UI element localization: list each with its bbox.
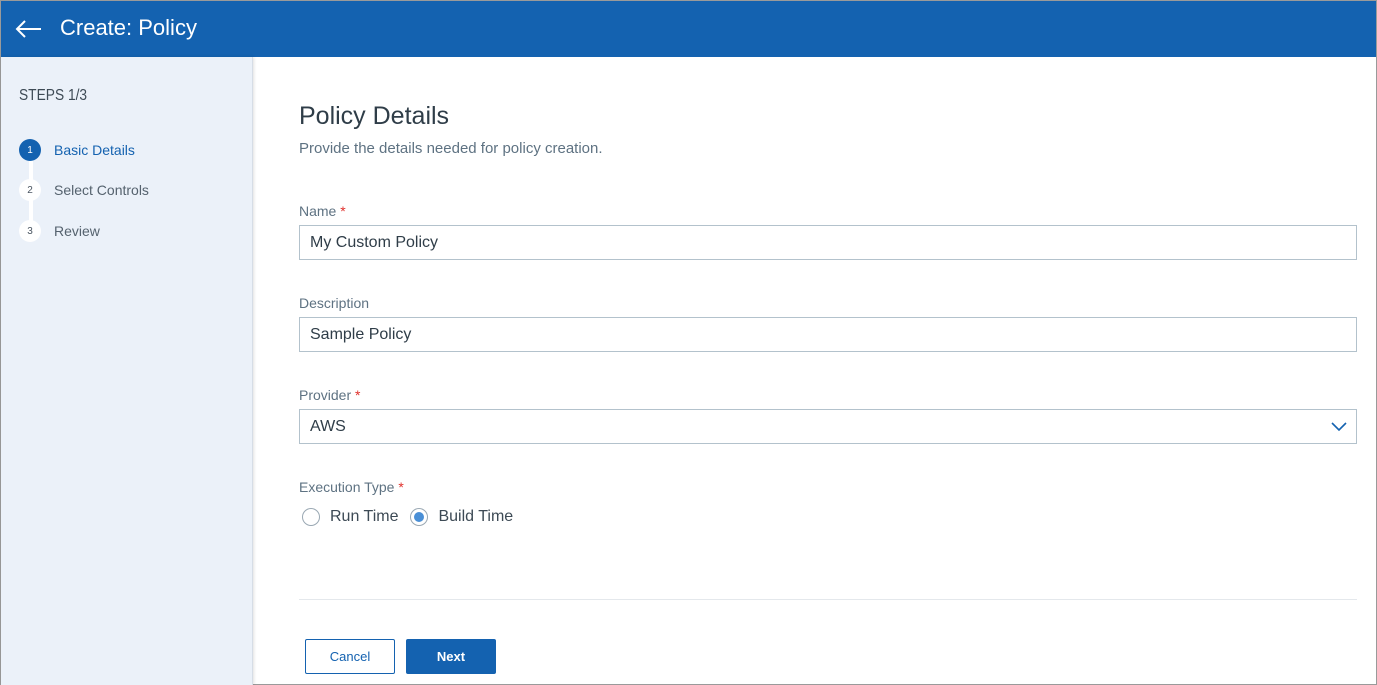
execution-type-label: Execution Type * — [299, 479, 404, 495]
form-heading: Policy Details — [299, 102, 450, 130]
step-basic-details[interactable]: 1 Basic Details — [19, 139, 135, 161]
step-number: 2 — [19, 179, 41, 201]
step-label: Review — [54, 223, 100, 239]
radio-circle-selected[interactable] — [410, 508, 429, 526]
required-marker: * — [340, 203, 346, 219]
required-marker: * — [398, 479, 404, 495]
form-divider — [299, 599, 1357, 600]
next-button[interactable]: Next — [406, 639, 496, 674]
radio-build-time[interactable]: Build Time — [410, 508, 513, 526]
steps-sidebar: STEPS 1/3 1 Basic Details 2 Select Contr… — [1, 57, 253, 685]
description-input[interactable]: Sample Policy — [299, 317, 1357, 352]
steps-title: STEPS 1/3 — [19, 87, 88, 104]
required-marker: * — [355, 387, 361, 403]
execution-type-radio-group: Run Time Build Time — [302, 508, 525, 526]
step-label: Basic Details — [54, 142, 135, 158]
radio-run-time[interactable]: Run Time — [302, 508, 398, 526]
name-input[interactable]: My Custom Policy — [299, 225, 1357, 260]
name-label: Name * — [299, 203, 346, 219]
step-label: Select Controls — [54, 182, 149, 198]
step-number: 1 — [19, 139, 41, 161]
step-review[interactable]: 3 Review — [19, 220, 100, 242]
app-header: Create: Policy — [1, 1, 1376, 57]
provider-label: Provider * — [299, 387, 361, 403]
step-number: 3 — [19, 220, 41, 242]
form-subheading: Provide the details needed for policy cr… — [299, 140, 603, 157]
provider-select[interactable]: AWS — [299, 409, 1357, 444]
chevron-down-icon — [1331, 422, 1347, 432]
radio-label: Build Time — [438, 508, 514, 525]
cancel-button[interactable]: Cancel — [305, 639, 395, 674]
radio-label: Run Time — [330, 508, 399, 525]
radio-circle[interactable] — [302, 508, 320, 526]
description-label: Description — [299, 295, 370, 311]
page-title: Create: Policy — [60, 15, 197, 40]
step-select-controls[interactable]: 2 Select Controls — [19, 179, 149, 201]
provider-value: AWS — [310, 417, 346, 435]
arrow-left-icon[interactable] — [15, 17, 43, 41]
